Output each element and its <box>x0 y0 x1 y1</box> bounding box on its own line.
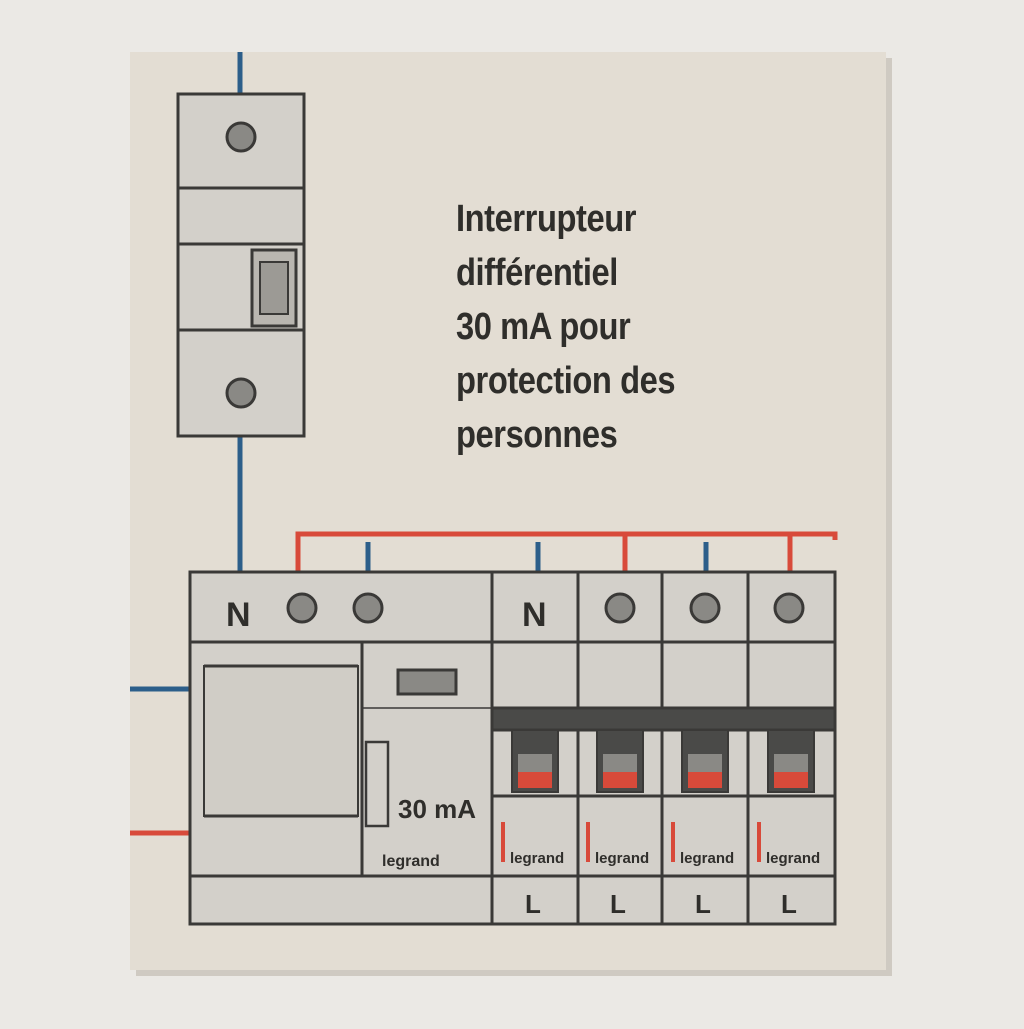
screw-terminal-icon <box>225 377 257 409</box>
breaker-toggle-2 <box>596 729 644 793</box>
screw-terminal-icon <box>225 121 257 153</box>
breaker-4-brand: legrand <box>766 850 820 867</box>
breaker-1-bottom-label: L <box>525 889 541 919</box>
breaker-toggle-3 <box>681 729 729 793</box>
brand-mark-icon <box>671 822 675 862</box>
canvas-artwork: N 30 mA legrand N legrand legrand legran… <box>0 0 1024 1024</box>
brand-mark-icon <box>586 822 590 862</box>
title: Interrupteur différentiel 30 mA pour pro… <box>456 192 748 462</box>
title-line: Interrupteur <box>456 198 637 240</box>
test-button <box>396 668 458 696</box>
diff-rating: 30 mA <box>398 794 476 824</box>
brand-mark-icon <box>757 822 761 862</box>
breaker-2-bottom-label: L <box>610 889 626 919</box>
diagram: N 30 mA legrand N legrand legrand legran… <box>130 52 892 976</box>
breaker-toggle-4 <box>767 729 815 793</box>
diff-brand: legrand <box>382 853 440 870</box>
breaker-4-bottom-label: L <box>781 889 797 919</box>
main-switch-module <box>176 92 306 438</box>
title-line: personnes <box>456 414 618 456</box>
screw-terminal-icon <box>352 592 384 624</box>
diff-lever <box>364 740 390 828</box>
breaker-3-brand: legrand <box>680 850 734 867</box>
breaker-2-brand: legrand <box>595 850 649 867</box>
title-line: 30 mA pour <box>456 306 631 348</box>
screw-terminal-icon <box>689 592 721 624</box>
screw-terminal-icon <box>773 592 805 624</box>
brand-mark-icon <box>501 822 505 862</box>
title-line: protection des <box>456 360 676 402</box>
breaker-3-bottom-label: L <box>695 889 711 919</box>
breaker-toggle-1 <box>511 729 559 793</box>
screw-terminal-icon <box>286 592 318 624</box>
breaker-1-brand: legrand <box>510 850 564 867</box>
screw-terminal-icon <box>604 592 636 624</box>
breaker-1-top-label: N <box>522 596 547 634</box>
title-line: différentiel <box>456 252 618 294</box>
lever-bar <box>490 706 837 732</box>
diff-neutral-label: N <box>226 596 251 634</box>
